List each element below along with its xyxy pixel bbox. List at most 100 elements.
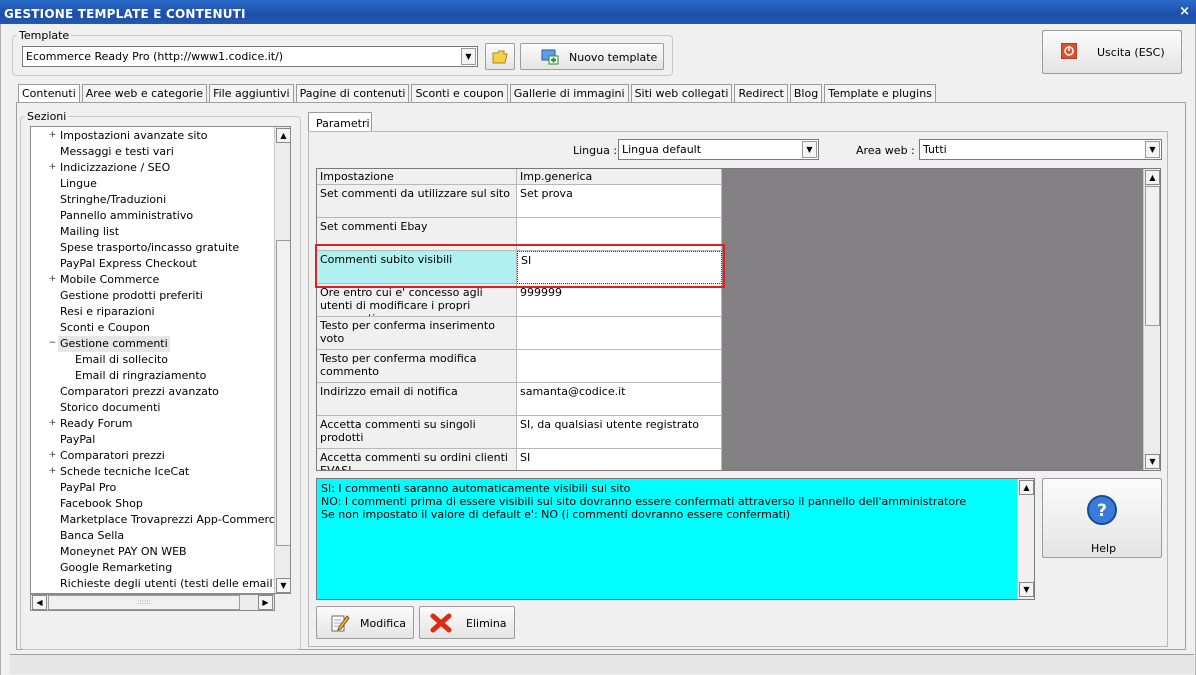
scroll-down-icon[interactable]: ▼	[1019, 582, 1034, 597]
window-close-button[interactable]: ×	[1179, 4, 1190, 19]
new-template-button[interactable]: Nuovo template	[520, 43, 664, 70]
tab-redirect[interactable]: Redirect	[734, 84, 788, 103]
tree-item[interactable]: Google Remarketing	[31, 560, 274, 576]
tree-item[interactable]: Email di ringraziamento	[31, 368, 274, 384]
sections-tree[interactable]: + Impostazioni avanzate sito Messaggi e te…	[30, 126, 291, 594]
scroll-up-icon[interactable]: ▲	[1019, 480, 1034, 495]
grid-scroll-thumb[interactable]	[1145, 186, 1160, 326]
grid-setting-cell[interactable]: Ore entro cui e' concesso agli utenti di…	[317, 284, 517, 317]
expand-icon[interactable]: +	[48, 131, 57, 140]
grid-setting-cell[interactable]: Accetta commenti su singoli prodotti	[317, 416, 517, 449]
tree-item[interactable]: Sconti e Coupon	[31, 320, 274, 336]
scroll-down-icon[interactable]: ▼	[1145, 454, 1160, 469]
grid-setting-cell[interactable]: Set commenti da utilizzare sul sito	[317, 185, 517, 218]
open-folder-button[interactable]	[485, 43, 515, 70]
tree-item[interactable]: + Indicizzazione / SEO	[31, 160, 274, 176]
tree-item[interactable]: Moneynet PAY ON WEB	[31, 544, 274, 560]
grid-value-cell[interactable]: SI, da qualsiasi utente registrato	[517, 416, 722, 449]
tree-item[interactable]: PayPal	[31, 432, 274, 448]
tree-item[interactable]: + Comparatori prezzi	[31, 448, 274, 464]
tree-item[interactable]: PayPal Pro	[31, 480, 274, 496]
tree-item[interactable]: Richieste degli utenti (testi delle emai…	[31, 576, 277, 592]
grid-value-cell[interactable]: 999999	[517, 284, 722, 317]
tab-aree-web[interactable]: Aree web e categorie	[81, 84, 208, 103]
grid-value-cell[interactable]: SI	[517, 449, 722, 470]
template-select[interactable]: Ecommerce Ready Pro (http://www1.codice.…	[22, 46, 478, 67]
scroll-right-icon[interactable]: ▶	[258, 595, 273, 610]
tree-item[interactable]: Banca Sella	[31, 528, 274, 544]
help-button[interactable]: ? Help	[1042, 478, 1162, 558]
tree-item[interactable]: + Ready Forum	[31, 416, 274, 432]
tree-item[interactable]: Messaggi e testi vari	[31, 144, 274, 160]
expand-icon[interactable]: +	[48, 275, 57, 284]
area-web-select[interactable]: Tutti ▼	[919, 139, 1162, 160]
window-title: GESTIONE TEMPLATE E CONTENUTI	[4, 7, 246, 21]
tab-template-plugins[interactable]: Template e plugins	[824, 84, 936, 103]
grid-setting-cell[interactable]: Testo per conferma modifica commento	[317, 350, 517, 383]
tab-file-aggiuntivi[interactable]: File aggiuntivi	[209, 84, 294, 103]
lingua-select[interactable]: Lingua default ▼	[618, 139, 819, 160]
tree-item[interactable]: Spese trasporto/incasso gratuite	[31, 240, 274, 256]
scroll-up-icon[interactable]: ▲	[1145, 170, 1160, 185]
tree-vertical-scrollbar[interactable]: ▲ ▼	[274, 127, 290, 593]
grid-value-cell[interactable]: samanta@codice.it	[517, 383, 722, 416]
tree-scroll-thumb[interactable]	[276, 240, 290, 546]
tree-item[interactable]: − Gestione commenti	[31, 336, 274, 352]
chevron-down-icon[interactable]: ▼	[1145, 141, 1160, 158]
tab-blog[interactable]: Blog	[789, 84, 823, 103]
tree-item[interactable]: Stringhe/Traduzioni	[31, 192, 274, 208]
description-box[interactable]: SI: I commenti saranno automaticamente v…	[316, 478, 1035, 600]
chevron-down-icon[interactable]: ▼	[802, 141, 817, 158]
scroll-up-icon[interactable]: ▲	[276, 128, 290, 143]
expand-icon[interactable]: +	[48, 163, 57, 172]
grid-setting-cell[interactable]: Testo per conferma inserimento voto	[317, 317, 517, 350]
new-template-label: Nuovo template	[569, 51, 658, 64]
tree-item[interactable]: Resi e riparazioni	[31, 304, 274, 320]
tab-pagine-contenuti[interactable]: Pagine di contenuti	[295, 84, 410, 103]
expand-icon[interactable]: +	[48, 467, 57, 476]
grid-value-cell[interactable]	[517, 317, 722, 350]
tree-item[interactable]: Mailing list	[31, 224, 274, 240]
tab-siti-collegati[interactable]: Siti web collegati	[630, 84, 733, 103]
tree-item[interactable]: Storico documenti	[31, 400, 274, 416]
grid-value-cell[interactable]: Set prova	[517, 185, 722, 218]
grid-value-cell[interactable]	[517, 350, 722, 383]
tree-item[interactable]: Facebook Shop	[31, 496, 274, 512]
tree-item[interactable]: Lingue	[31, 176, 274, 192]
tree-item-label: Spese trasporto/incasso gratuite	[60, 241, 240, 254]
grid-header-setting[interactable]: Impostazione	[317, 169, 517, 185]
grid-vertical-scrollbar[interactable]: ▲ ▼	[1143, 169, 1160, 470]
tree-item[interactable]: Gestione prodotti preferiti	[31, 288, 274, 304]
tree-item[interactable]: Marketplace Trovaprezzi App-Commerce e K…	[31, 512, 290, 528]
tree-item-label: Schede tecniche IceCat	[60, 465, 190, 478]
grid-setting-cell[interactable]: Indirizzo email di notifica	[317, 383, 517, 416]
tree-item[interactable]: + Impostazioni avanzate sito	[31, 128, 274, 144]
tab-gallerie[interactable]: Gallerie di immagini	[509, 84, 629, 103]
delete-button[interactable]: Elimina	[419, 606, 515, 639]
chevron-down-icon[interactable]: ▼	[461, 48, 476, 65]
grid-setting-cell[interactable]: Accetta commenti su ordini clienti EVASI	[317, 449, 517, 470]
tree-item[interactable]: PayPal Express Checkout	[31, 256, 274, 272]
expand-icon[interactable]: +	[48, 451, 57, 460]
scroll-down-icon[interactable]: ▼	[276, 578, 290, 593]
tree-horizontal-scrollbar[interactable]: ◀ :::::: ▶	[30, 594, 275, 611]
expand-icon[interactable]: +	[48, 419, 57, 428]
settings-grid[interactable]: Impostazione Imp.generica Set commenti d…	[316, 168, 1161, 471]
scroll-left-icon[interactable]: ◀	[32, 595, 47, 610]
description-line: NO: I commenti prima di essere visibili …	[321, 495, 967, 508]
tab-parametri[interactable]: Parametri	[308, 112, 372, 132]
description-scrollbar[interactable]: ▲ ▼	[1017, 479, 1034, 599]
tree-item[interactable]: + Mobile Commerce	[31, 272, 274, 288]
tree-item-label: Comparatori prezzi avanzato	[60, 385, 219, 398]
tree-item[interactable]: Pannello amministrativo	[31, 208, 274, 224]
grid-header-value[interactable]: Imp.generica	[517, 169, 722, 185]
tab-contenuti[interactable]: Contenuti	[18, 84, 80, 104]
tree-item[interactable]: + Schede tecniche IceCat	[31, 464, 274, 480]
modify-button[interactable]: Modifica	[316, 606, 414, 639]
exit-button[interactable]: Uscita (ESC)	[1042, 30, 1182, 74]
tab-sconti-coupon[interactable]: Sconti e coupon	[411, 84, 508, 103]
tree-hscroll-thumb[interactable]: ::::::	[48, 595, 240, 610]
collapse-icon[interactable]: −	[48, 339, 57, 348]
tree-item[interactable]: Comparatori prezzi avanzato	[31, 384, 274, 400]
tree-item[interactable]: Email di sollecito	[31, 352, 274, 368]
